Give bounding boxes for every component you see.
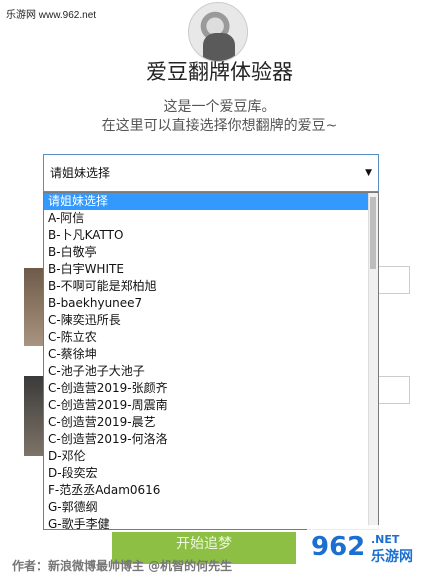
intro-line-2: 在这里可以直接选择你想翻牌的爱豆~ — [101, 118, 338, 134]
dropdown-option[interactable]: B-白宇WHITE — [44, 261, 378, 278]
dropdown-option[interactable]: C-创造营2019-晨艺 — [44, 414, 378, 431]
author-credit: 作者：新浪微博最帅博主 @机智的何先生 — [12, 559, 233, 573]
intro-line-1: 这是一个爱豆库。 — [163, 99, 276, 115]
chevron-down-icon[interactable]: ▼ — [365, 155, 372, 191]
idol-select-value: 请姐妹选择 — [50, 166, 111, 180]
dropdown-option[interactable]: A-阿信 — [44, 210, 378, 227]
page-title: 爱豆翻牌体验器 — [146, 60, 293, 84]
dropdown-option-selected[interactable]: 请姐妹选择 — [44, 193, 378, 210]
dropdown-option[interactable]: D-段奕宏 — [44, 465, 378, 482]
dropdown-option[interactable]: F-范丞丞Adam0616 — [44, 482, 378, 499]
dropdown-option[interactable]: D-邓伦 — [44, 448, 378, 465]
dropdown-option[interactable]: B-不啊可能是郑柏旭 — [44, 278, 378, 295]
scrollbar-thumb[interactable] — [370, 197, 376, 269]
dropdown-option[interactable]: C-蔡徐坤 — [44, 346, 378, 363]
dropdown-option[interactable]: G-郭德纲 — [44, 499, 378, 516]
site-logo: 962 .NET 乐游网 — [307, 525, 433, 573]
logo-number: 962 — [311, 532, 365, 562]
idol-dropdown-list[interactable]: 请姐妹选择 A-阿信 B-卜凡KATTO B-白敬亭 B-白宇WHITE B-不啊可能是郑… — [43, 192, 379, 530]
dropdown-option[interactable]: B-白敬亭 — [44, 244, 378, 261]
dropdown-option[interactable]: C-创造营2019-张颜齐 — [44, 380, 378, 397]
dropdown-scrollbar[interactable] — [368, 193, 378, 529]
dropdown-option[interactable]: C-池子池子大池子 — [44, 363, 378, 380]
dropdown-option[interactable]: B-卜凡KATTO — [44, 227, 378, 244]
dropdown-option[interactable]: C-陳奕迅所長 — [44, 312, 378, 329]
dropdown-option[interactable]: C-创造营2019-周震南 — [44, 397, 378, 414]
logo-name: 乐游网 — [371, 548, 413, 565]
card-field[interactable] — [376, 376, 410, 404]
dropdown-option[interactable]: C-创造营2019-何洛洛 — [44, 431, 378, 448]
site-watermark: 乐游网 www.962.net — [6, 10, 97, 21]
logo-net: .NET — [371, 533, 400, 546]
dropdown-option[interactable]: B-baekhyunee7 — [44, 295, 378, 312]
idol-select[interactable]: 请姐妹选择 ▼ — [43, 154, 379, 192]
avatar — [188, 2, 248, 62]
dropdown-option[interactable]: C-陈立农 — [44, 329, 378, 346]
card-field[interactable] — [376, 266, 410, 294]
intro-text: 这是一个爱豆库。 在这里可以直接选择你想翻牌的爱豆~ — [0, 98, 439, 136]
